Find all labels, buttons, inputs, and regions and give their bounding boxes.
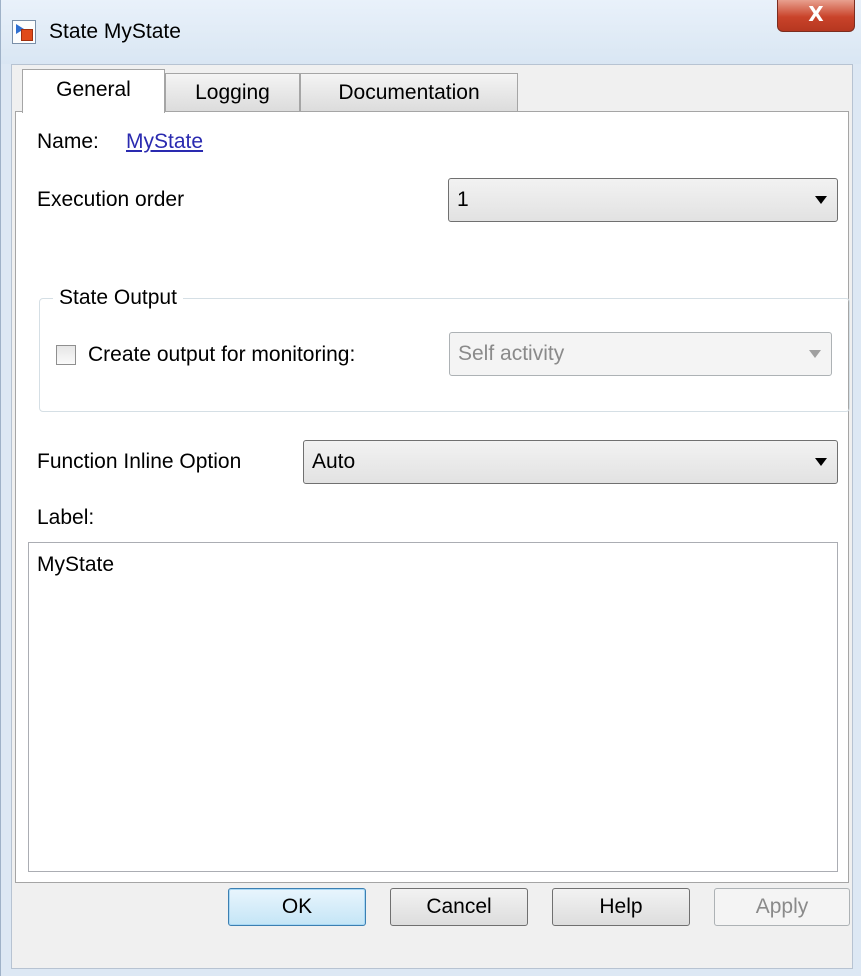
general-tab-panel: Name: MyState Execution order 1 State Ou…	[15, 111, 850, 883]
tab-logging[interactable]: Logging	[165, 73, 300, 111]
monitor-type-value: Self activity	[458, 342, 565, 365]
close-button[interactable]: X	[777, 0, 855, 32]
dialog-client-area: General Logging Documentation Name: MySt…	[11, 64, 853, 969]
state-output-group-title: State Output	[53, 284, 183, 312]
label-heading: Label:	[37, 506, 95, 529]
function-inline-dropdown[interactable]: Auto	[303, 440, 838, 484]
close-icon: X	[808, 2, 824, 26]
chevron-down-icon	[815, 458, 827, 466]
chevron-down-icon	[815, 196, 827, 204]
tab-documentation[interactable]: Documentation	[300, 73, 518, 111]
state-label-text: MyState	[37, 553, 115, 576]
window-title: State MyState	[49, 20, 181, 43]
state-label-textarea[interactable]: MyState	[28, 542, 838, 872]
create-output-checkbox[interactable]	[56, 345, 76, 365]
name-label: Name:	[37, 130, 99, 153]
function-inline-label: Function Inline Option	[37, 450, 242, 473]
chevron-down-icon	[809, 350, 821, 358]
function-inline-value: Auto	[312, 450, 356, 473]
execution-order-value: 1	[457, 188, 469, 211]
create-output-label: Create output for monitoring:	[88, 343, 356, 366]
dialog-window: State MyState X General Logging Document…	[0, 0, 861, 976]
execution-order-label: Execution order	[37, 188, 185, 211]
stateflow-state-icon	[12, 20, 36, 44]
tab-general[interactable]: General	[22, 69, 165, 113]
title-bar[interactable]: State MyState X	[1, 0, 861, 64]
execution-order-dropdown[interactable]: 1	[448, 178, 838, 222]
ok-button[interactable]: OK	[228, 888, 366, 926]
monitor-type-dropdown[interactable]: Self activity	[449, 332, 832, 376]
apply-button[interactable]: Apply	[714, 888, 850, 926]
state-name-link[interactable]: MyState	[126, 128, 203, 156]
cancel-button[interactable]: Cancel	[390, 888, 528, 926]
help-button[interactable]: Help	[552, 888, 690, 926]
